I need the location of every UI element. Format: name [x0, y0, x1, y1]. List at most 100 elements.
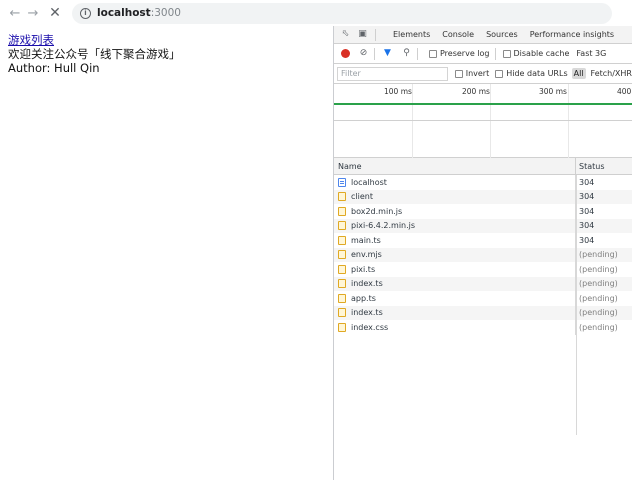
tab-performance-insights[interactable]: Performance insights [530, 30, 614, 39]
table-row[interactable]: main.ts 304 [334, 233, 632, 248]
request-name-cell: main.ts [334, 233, 576, 248]
timeline-tick: 400 [617, 87, 632, 96]
request-status: 304 [579, 206, 595, 216]
welcome-text: 欢迎关注公众号「线下聚合游戏」 [8, 47, 181, 61]
script-file-icon [338, 308, 346, 318]
requests-table-header: Name Status [334, 158, 632, 175]
request-name-cell: localhost [334, 175, 576, 190]
timeline-gridline [412, 84, 413, 120]
request-name: pixi.ts [351, 264, 376, 274]
device-toolbar-icon[interactable]: ▣ [357, 29, 368, 40]
devtools-tab-bar: ⬁ ▣ Elements Console Sources Performance… [334, 26, 632, 44]
request-status: (pending) [579, 279, 618, 289]
inspect-element-icon[interactable]: ⬁ [340, 29, 351, 40]
invert-label: Invert [465, 69, 490, 78]
request-name-cell: pixi-6.4.2.min.js [334, 218, 576, 233]
toolbar-separator [494, 47, 496, 60]
request-name-cell: pixi.ts [334, 262, 576, 277]
disable-cache-label: Disable cache [513, 49, 570, 58]
timeline-tick: 100 ms [384, 87, 412, 96]
request-name: index.css [351, 322, 389, 332]
tab-console[interactable]: Console [442, 30, 474, 39]
timeline-gridline [490, 84, 491, 120]
table-row[interactable]: index.ts (pending) [334, 305, 632, 320]
script-file-icon [338, 293, 346, 303]
table-row[interactable]: index.css (pending) [334, 320, 632, 335]
request-name: app.ts [351, 293, 376, 303]
filter-input[interactable]: Filter [337, 66, 448, 81]
request-name: main.ts [351, 235, 381, 245]
record-icon[interactable] [341, 49, 350, 58]
request-name-cell: env.mjs [334, 247, 576, 262]
tab-separator [375, 28, 376, 41]
game-list-link[interactable]: 游戏列表 [8, 33, 54, 47]
request-status: (pending) [579, 264, 618, 274]
script-file-icon [338, 279, 346, 289]
url-port: :3000 [150, 7, 181, 19]
document-file-icon [338, 177, 346, 187]
table-row[interactable]: localhost 304 [334, 175, 632, 190]
tab-sources[interactable]: Sources [486, 30, 518, 39]
table-row[interactable]: index.ts (pending) [334, 276, 632, 291]
request-name: index.ts [351, 308, 383, 318]
script-file-icon [338, 206, 346, 216]
timeline-gridline [412, 121, 413, 158]
request-name-cell: client [334, 189, 576, 204]
preserve-log-label: Preserve log [440, 49, 490, 58]
request-status: 304 [579, 235, 595, 245]
table-row[interactable]: pixi-6.4.2.min.js 304 [334, 218, 632, 233]
filter-icon[interactable]: ▼ [382, 48, 393, 59]
stop-loading-icon[interactable]: ✕ [46, 3, 64, 23]
search-icon[interactable]: ⚲ [401, 48, 412, 59]
request-name: box2d.min.js [351, 206, 403, 216]
back-arrow-icon[interactable]: ← [6, 3, 24, 23]
script-file-icon [338, 221, 346, 231]
table-row[interactable]: app.ts (pending) [334, 291, 632, 306]
network-overview-timeline[interactable]: 100 ms 200 ms 300 ms 400 [334, 84, 632, 121]
request-status: (pending) [579, 293, 618, 303]
column-header-status[interactable]: Status [576, 162, 605, 171]
info-icon[interactable]: i [80, 7, 91, 19]
table-row[interactable]: pixi.ts (pending) [334, 262, 632, 277]
column-divider [576, 175, 577, 435]
timeline-overview-area [334, 121, 632, 158]
request-name: client [351, 192, 373, 202]
table-row[interactable]: client 304 [334, 189, 632, 204]
toolbar-separator [417, 47, 418, 60]
request-status: 304 [579, 221, 595, 231]
request-name-cell: index.ts [334, 305, 576, 320]
timeline-tick: 200 ms [462, 87, 490, 96]
address-bar[interactable]: i localhost:3000 [72, 2, 612, 24]
clear-icon[interactable]: ⊘ [358, 48, 369, 59]
requests-table-body: localhost 304 client 304 box2d.min.js 304 pixi… [334, 175, 632, 435]
type-filter-all[interactable]: All [571, 68, 586, 79]
hide-data-urls-checkbox[interactable] [495, 69, 504, 78]
timeline-gridline [568, 121, 569, 158]
column-header-name[interactable]: Name [334, 158, 576, 174]
request-name: pixi-6.4.2.min.js [351, 221, 416, 231]
throttling-select[interactable]: Fast 3G [576, 49, 606, 58]
request-name: env.mjs [351, 250, 382, 260]
devtools-panel: ⬁ ▣ Elements Console Sources Performance… [333, 26, 632, 480]
preserve-log-checkbox[interactable] [429, 49, 437, 58]
filter-bar: Filter Invert Hide data URLs All Fetch/X… [334, 64, 632, 84]
table-row[interactable]: box2d.min.js 304 [334, 204, 632, 219]
tab-elements[interactable]: Elements [393, 30, 430, 39]
page-viewport: 游戏列表 欢迎关注公众号「线下聚合游戏」 Author: Hull Qin [0, 26, 333, 480]
toolbar-separator [374, 47, 375, 60]
browser-toolbar: ← → ✕ i localhost:3000 [0, 0, 632, 26]
table-row[interactable]: env.mjs (pending) [334, 247, 632, 262]
disable-cache-checkbox[interactable] [502, 49, 511, 58]
request-status: 304 [579, 177, 595, 187]
script-file-icon [338, 250, 346, 260]
invert-checkbox[interactable] [454, 69, 463, 78]
forward-arrow-icon[interactable]: → [24, 3, 42, 23]
timeline-load-bar [334, 103, 632, 105]
type-filter-fetch-xhr[interactable]: Fetch/XHR [591, 69, 632, 78]
network-toolbar: ⊘ ▼ ⚲ Preserve log Disable cache Fast 3G [334, 44, 632, 64]
timeline-gridline [568, 84, 569, 120]
timeline-tick: 300 ms [539, 87, 567, 96]
request-name-cell: index.ts [334, 276, 576, 291]
script-file-icon [338, 235, 346, 245]
request-status: (pending) [579, 308, 618, 318]
